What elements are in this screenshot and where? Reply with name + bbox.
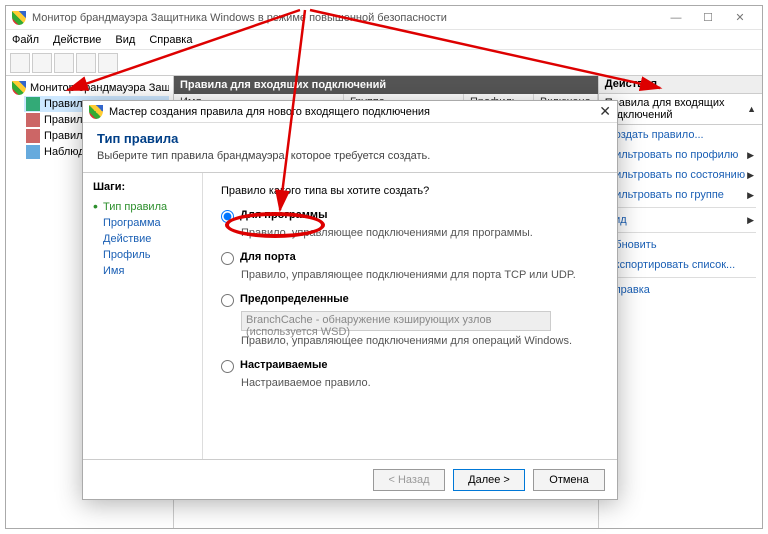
action-export[interactable]: Экспортировать список... [599,255,762,275]
step-rule-type[interactable]: Тип правила [93,199,192,215]
action-view[interactable]: Вид▶ [599,210,762,230]
toolbar-forward-icon[interactable] [32,53,52,73]
action-filter-state[interactable]: Фильтровать по состоянию▶ [599,165,762,185]
section-collapse-icon[interactable]: ▲ [747,104,756,114]
connection-rules-icon [26,129,40,143]
step-name[interactable]: Имя [93,263,192,279]
action-refresh[interactable]: Обновить [599,235,762,255]
radio-port[interactable] [221,252,234,265]
actions-pane: Действия Правила для входящих подключени… [598,76,762,528]
submenu-arrow-icon: ▶ [747,170,754,181]
monitoring-icon [26,145,40,159]
toolbar-refresh-icon[interactable] [76,53,96,73]
main-window-title: Монитор брандмауэра Защитника Windows в … [32,12,660,24]
wizard-titlebar: Мастер создания правила для нового входя… [83,101,617,123]
predefined-select: BranchCache - обнаружение кэширующих узл… [241,311,551,331]
toolbar-up-icon[interactable] [54,53,74,73]
menubar: Файл Действие Вид Справка [6,30,762,50]
actions-pane-title: Действия [599,76,762,94]
radio-custom-desc: Настраиваемое правило. [241,377,599,389]
action-filter-profile[interactable]: Фильтровать по профилю▶ [599,145,762,165]
radio-custom[interactable] [221,360,234,373]
action-filter-group[interactable]: Фильтровать по группе▶ [599,185,762,205]
radio-predefined[interactable] [221,294,234,307]
radio-predefined-row[interactable]: Предопределенные [221,293,599,307]
rule-type-prompt: Правило какого типа вы хотите создать? [221,185,599,197]
actions-section-header: Правила для входящих подключений ▲ [599,94,762,125]
action-help[interactable]: Справка [599,280,762,300]
submenu-arrow-icon: ▶ [747,150,754,161]
radio-port-row[interactable]: Для порта [221,251,599,265]
back-button: < Назад [373,469,445,491]
step-program[interactable]: Программа [93,215,192,231]
radio-predefined-label: Предопределенные [240,293,349,305]
radio-predefined-desc: Правило, управляющее подключениями для о… [241,335,599,347]
tree-root[interactable]: Монитор брандмауэра Защи [10,80,169,96]
step-profile[interactable]: Профиль [93,247,192,263]
main-titlebar: Монитор брандмауэра Защитника Windows в … [6,6,762,30]
wizard-close-button[interactable]: ✕ [599,103,611,120]
new-rule-wizard: Мастер создания правила для нового входя… [82,100,618,500]
steps-heading: Шаги: [93,181,192,193]
radio-port-label: Для порта [240,251,296,263]
inbound-rules-icon [26,97,40,111]
firewall-shield-icon [89,105,103,119]
wizard-header: Тип правила Выберите тип правила брандма… [83,123,617,172]
step-action[interactable]: Действие [93,231,192,247]
wizard-title: Мастер создания правила для нового входя… [109,106,430,118]
minimize-button[interactable]: — [660,8,692,28]
rules-list-header: Правила для входящих подключений [174,76,598,94]
wizard-step-title: Тип правила [97,131,603,146]
radio-program[interactable] [221,210,234,223]
close-button[interactable]: ✕ [724,8,756,28]
cancel-button[interactable]: Отмена [533,469,605,491]
radio-port-desc: Правило, управляющее подключениями для п… [241,269,599,281]
maximize-button[interactable]: ☐ [692,8,724,28]
submenu-arrow-icon: ▶ [747,215,754,226]
outbound-rules-icon [26,113,40,127]
firewall-shield-icon [12,11,26,25]
wizard-steps: Шаги: Тип правила Программа Действие Про… [83,173,203,459]
submenu-arrow-icon: ▶ [747,190,754,201]
wizard-footer: < Назад Далее > Отмена [83,459,617,499]
next-button[interactable]: Далее > [453,469,525,491]
toolbar-back-icon[interactable] [10,53,30,73]
wizard-content: Правило какого типа вы хотите создать? Д… [203,173,617,459]
toolbar [6,50,762,76]
radio-program-label: Для программы [240,209,327,221]
wizard-step-desc: Выберите тип правила брандмауэра, которо… [97,150,603,162]
action-new-rule[interactable]: Создать правило... [599,125,762,145]
radio-program-desc: Правило, управляющее подключениями для п… [241,227,599,239]
toolbar-help-icon[interactable] [98,53,118,73]
menu-file[interactable]: Файл [12,34,39,46]
menu-view[interactable]: Вид [115,34,135,46]
menu-help[interactable]: Справка [149,34,192,46]
radio-custom-label: Настраиваемые [240,359,328,371]
firewall-shield-icon [12,81,26,95]
radio-program-row[interactable]: Для программы [221,209,599,223]
menu-action[interactable]: Действие [53,34,101,46]
radio-custom-row[interactable]: Настраиваемые [221,359,599,373]
